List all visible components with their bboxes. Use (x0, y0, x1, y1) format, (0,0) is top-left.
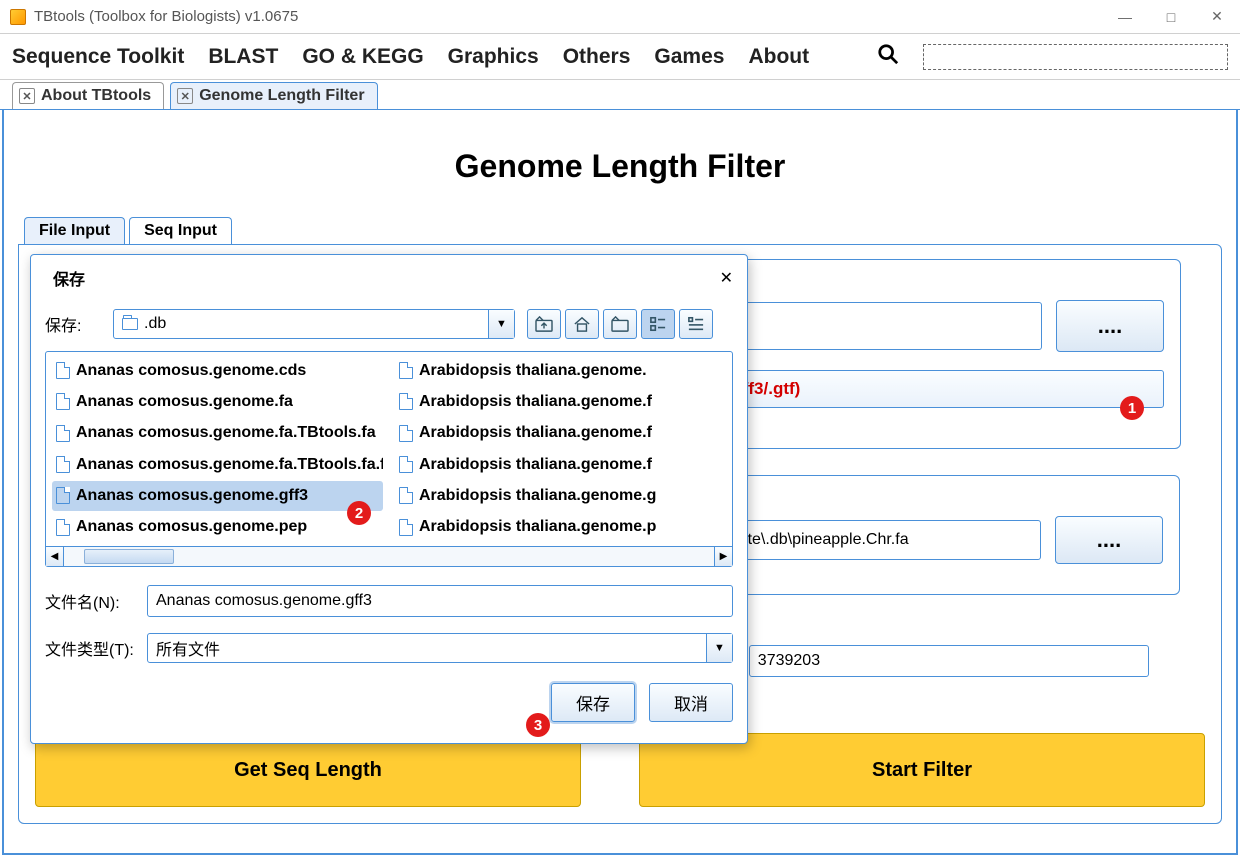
menu-others[interactable]: Others (563, 45, 631, 69)
file-item-label: Ananas comosus.genome.cds (76, 362, 306, 380)
file-item-label: Ananas comosus.genome.fa.TBtools.fa.fai (76, 456, 383, 474)
tab-genome-length-filter[interactable]: ✕ Genome Length Filter (170, 82, 377, 109)
chevron-down-icon[interactable]: ▼ (706, 634, 732, 662)
menu-about[interactable]: About (748, 45, 809, 69)
list-view-button[interactable] (641, 309, 675, 339)
menu-games[interactable]: Games (654, 45, 724, 69)
file-item-label: Arabidopsis thaliana.genome.f (419, 393, 652, 411)
length-row: th: (719, 645, 1149, 677)
file-item[interactable]: Ananas comosus.genome.fa.TBtools.fa (52, 419, 383, 448)
menu-go-kegg[interactable]: GO & KEGG (302, 45, 423, 69)
window-titlebar: TBtools (Toolbox for Biologists) v1.0675… (0, 0, 1240, 34)
file-item-label: Arabidopsis thaliana.genome.f (419, 424, 652, 442)
file-item[interactable]: Arabidopsis thaliana.genome.g (395, 481, 726, 510)
tab-label: Genome Length Filter (199, 87, 364, 105)
file-icon (56, 487, 70, 504)
badge-1: 1 (1120, 396, 1144, 420)
file-icon (399, 362, 413, 379)
new-folder-button[interactable] (603, 309, 637, 339)
file-icon (56, 425, 70, 442)
file-icon (399, 487, 413, 504)
annotation-browse-button[interactable]: .... (1056, 300, 1164, 352)
file-item[interactable]: Ananas comosus.genome.pep (52, 513, 383, 542)
scroll-right-icon[interactable]: ▶ (714, 547, 732, 566)
file-icon (56, 393, 70, 410)
chevron-down-icon[interactable]: ▼ (488, 310, 514, 338)
get-seq-length-button[interactable]: Get Seq Length (35, 733, 581, 807)
file-icon (56, 456, 70, 473)
badge-2: 2 (347, 501, 371, 525)
save-in-value: .db (144, 315, 166, 333)
up-folder-button[interactable] (527, 309, 561, 339)
save-in-label: 保存: (45, 312, 101, 336)
window-title: TBtools (Toolbox for Biologists) v1.0675 (34, 8, 1102, 25)
dialog-save-button[interactable]: 保存 (551, 683, 635, 722)
file-icon (399, 393, 413, 410)
subtab-file-input[interactable]: File Input (24, 217, 125, 244)
tab-about-tbtools[interactable]: ✕ About TBtools (12, 82, 164, 109)
detail-view-button[interactable] (679, 309, 713, 339)
file-item[interactable]: Arabidopsis thaliana.genome.p (395, 513, 726, 542)
file-item-label: Ananas comosus.genome.gff3 (76, 487, 308, 505)
search-icon[interactable] (877, 43, 899, 71)
file-icon (56, 519, 70, 536)
badge-3: 3 (526, 713, 550, 737)
file-item[interactable]: Ananas comosus.genome.fa.TBtools.fa.fai (52, 450, 383, 479)
file-item-label: Ananas comosus.genome.fa.TBtools.fa (76, 424, 376, 442)
file-icon (399, 519, 413, 536)
file-list[interactable]: Ananas comosus.genome.cds Arabidopsis tha… (45, 351, 733, 567)
filename-label: 文件名(N): (45, 589, 135, 613)
save-in-combo[interactable]: .db ▼ (113, 309, 515, 339)
tab-close-icon[interactable]: ✕ (19, 88, 35, 104)
file-item-label: Ananas comosus.genome.pep (76, 518, 307, 536)
fasta-browse-button[interactable]: .... (1055, 516, 1163, 564)
file-item[interactable]: Ananas comosus.genome.fa (52, 387, 383, 416)
tab-close-icon[interactable]: ✕ (177, 88, 193, 104)
file-item[interactable]: Arabidopsis thaliana.genome.f (395, 419, 726, 448)
menu-blast[interactable]: BLAST (208, 45, 278, 69)
filetype-value: 所有文件 (156, 636, 220, 660)
file-item-label: Arabidopsis thaliana.genome.p (419, 518, 656, 536)
subtab-seq-input[interactable]: Seq Input (129, 217, 232, 244)
tab-label: About TBtools (41, 87, 151, 105)
file-item[interactable]: Arabidopsis thaliana.genome.f (395, 450, 726, 479)
file-item-label: Ananas comosus.genome.fa (76, 393, 293, 411)
filetype-combo[interactable]: 所有文件 ▼ (147, 633, 733, 663)
save-dialog: 保存 ✕ 保存: .db ▼ Ananas comosus.genome.cds… (30, 254, 748, 744)
menu-graphics[interactable]: Graphics (448, 45, 539, 69)
file-icon (399, 456, 413, 473)
filetype-label: 文件类型(T): (45, 636, 135, 660)
window-close-button[interactable]: ✕ (1194, 0, 1240, 33)
file-item-label: Arabidopsis thaliana.genome.g (419, 487, 656, 505)
file-item-label: Arabidopsis thaliana.genome. (419, 362, 647, 380)
file-item-label: Arabidopsis thaliana.genome.f (419, 456, 652, 474)
scroll-thumb[interactable] (84, 549, 174, 564)
start-filter-button[interactable]: Start Filter (639, 733, 1205, 807)
dialog-cancel-button[interactable]: 取消 (649, 683, 733, 722)
dialog-close-button[interactable]: ✕ (720, 268, 733, 288)
scroll-track[interactable] (64, 547, 714, 566)
sub-tabs: File Input Seq Input (24, 217, 1222, 244)
file-item[interactable]: Arabidopsis thaliana.genome. (395, 356, 726, 385)
home-button[interactable] (565, 309, 599, 339)
document-tabs: ✕ About TBtools ✕ Genome Length Filter (0, 80, 1240, 110)
file-icon (56, 362, 70, 379)
horizontal-scrollbar[interactable]: ◀ ▶ (46, 546, 732, 566)
window-minimize-button[interactable]: — (1102, 0, 1148, 33)
folder-icon (122, 318, 138, 330)
app-icon (10, 9, 26, 25)
length-input[interactable] (749, 645, 1149, 677)
file-icon (399, 425, 413, 442)
file-item[interactable]: Ananas comosus.genome.cds (52, 356, 383, 385)
menu-bar: Sequence Toolkit BLAST GO & KEGG Graphic… (0, 34, 1240, 80)
search-input-placeholder[interactable] (923, 44, 1228, 70)
dialog-title-text: 保存 (53, 266, 712, 290)
file-item[interactable]: Arabidopsis thaliana.genome.f (395, 387, 726, 416)
filename-input[interactable] (147, 585, 733, 617)
page-title: Genome Length Filter (18, 148, 1222, 185)
file-item[interactable]: Ananas comosus.genome.gff3 (52, 481, 383, 510)
menu-sequence-toolkit[interactable]: Sequence Toolkit (12, 45, 184, 69)
scroll-left-icon[interactable]: ◀ (46, 547, 64, 566)
window-maximize-button[interactable]: □ (1148, 0, 1194, 33)
